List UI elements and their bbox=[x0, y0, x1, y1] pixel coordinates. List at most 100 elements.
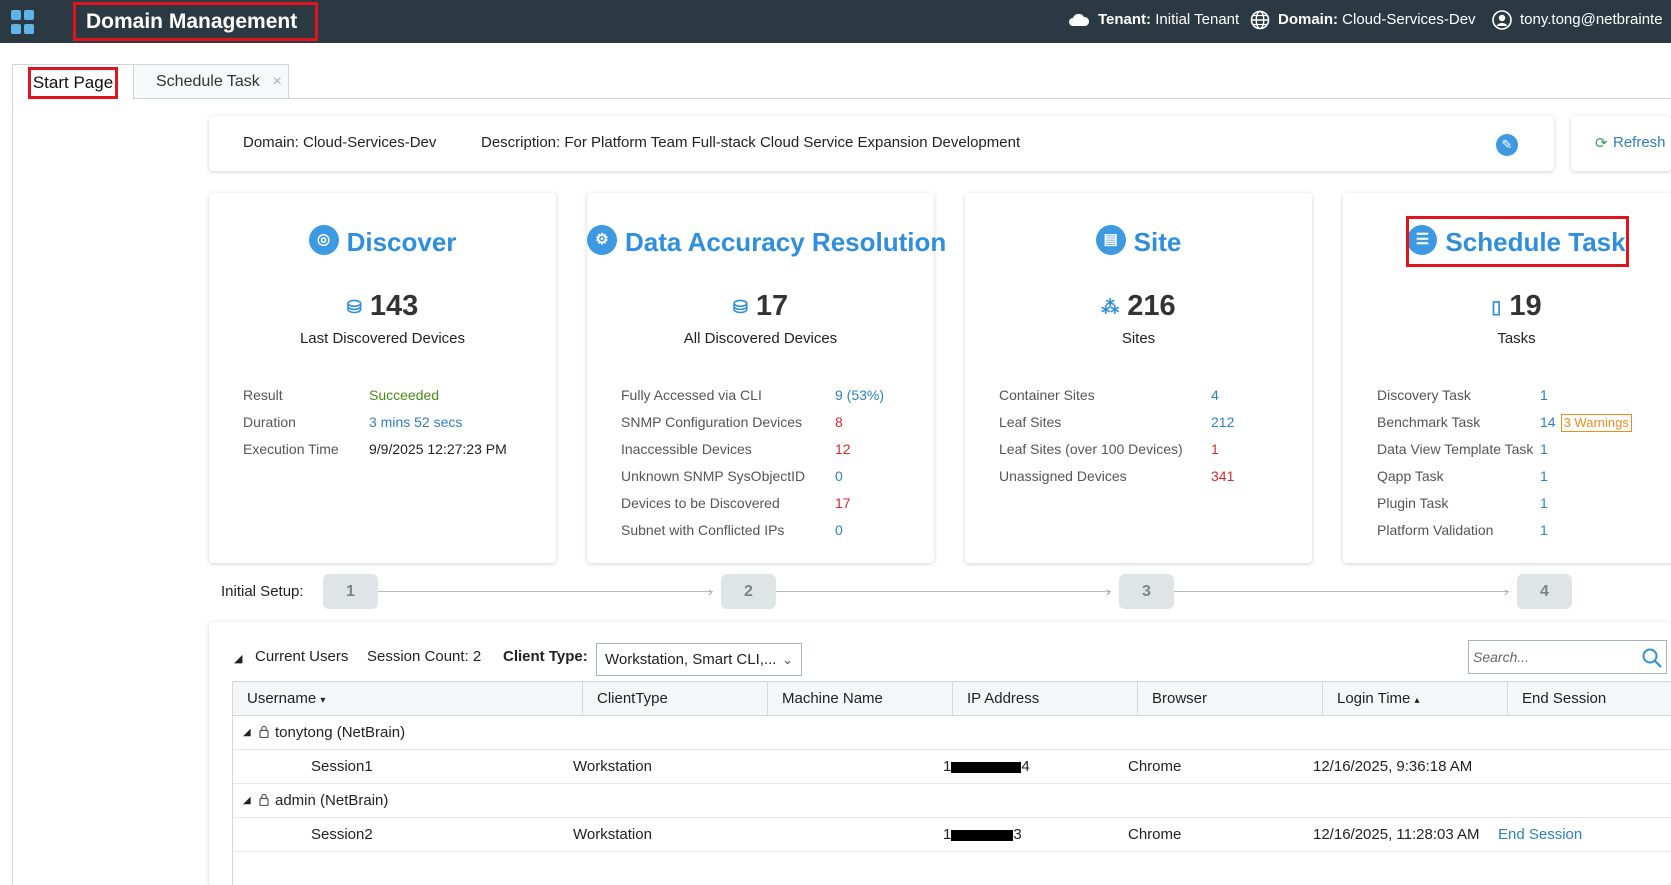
group-username: admin (NetBrain) bbox=[275, 792, 389, 809]
setup-step-4[interactable]: 4 bbox=[1517, 574, 1572, 609]
stat-label: Inaccessible Devices bbox=[621, 441, 752, 457]
setup-step-3[interactable]: 3 bbox=[1119, 574, 1174, 609]
user-group-row[interactable]: ◢ tonytong (NetBrain) bbox=[233, 716, 1671, 750]
stat-value[interactable]: 4 bbox=[1211, 387, 1219, 403]
column-machine-name[interactable]: Machine Name bbox=[768, 682, 953, 716]
ip-prefix: 1 bbox=[943, 826, 952, 843]
column-login-time[interactable]: Login Time ▴ bbox=[1323, 682, 1508, 716]
stat-value-duration[interactable]: 3 mins 52 secs bbox=[369, 414, 462, 430]
client-type-dropdown[interactable]: Workstation, Smart CLI,... ⌄ bbox=[596, 643, 802, 676]
site-icon: ▤ bbox=[1095, 225, 1126, 255]
stat-value[interactable]: 1 bbox=[1540, 468, 1548, 484]
column-clienttype[interactable]: ClientType bbox=[583, 682, 768, 716]
column-ip-address[interactable]: IP Address bbox=[953, 682, 1138, 716]
stat-value[interactable]: 17 bbox=[835, 495, 851, 511]
ip-address: 14 bbox=[943, 750, 1030, 784]
stat-label: Subnet with Conflicted IPs bbox=[621, 522, 785, 538]
close-icon[interactable]: × bbox=[273, 65, 282, 98]
stat-label: Leaf Sites (over 100 Devices) bbox=[999, 441, 1183, 457]
stat-value[interactable]: 212 bbox=[1211, 414, 1234, 430]
tab-schedule-task[interactable]: Schedule Task × bbox=[133, 64, 289, 99]
domain-label: Domain: bbox=[1278, 11, 1338, 28]
client-type: Workstation bbox=[573, 826, 652, 843]
stat-label: Leaf Sites bbox=[999, 414, 1062, 430]
stat-value[interactable]: 8 bbox=[835, 414, 843, 430]
user-search[interactable] bbox=[1468, 640, 1667, 674]
refresh-button[interactable]: ⟳ Refresh bbox=[1571, 116, 1671, 171]
tenant-value: Initial Tenant bbox=[1155, 11, 1240, 28]
column-username[interactable]: Username ▾ bbox=[233, 682, 583, 716]
stat-label: Devices to be Discovered bbox=[621, 495, 780, 511]
stat-value[interactable]: 1 bbox=[1540, 441, 1548, 457]
search-icon[interactable] bbox=[1641, 647, 1663, 669]
stat-value[interactable]: 0 bbox=[835, 468, 843, 484]
setup-step-2[interactable]: 2 bbox=[721, 574, 776, 609]
tenant-label: Tenant: bbox=[1098, 11, 1152, 28]
warnings-badge[interactable]: 3 Warnings bbox=[1560, 414, 1632, 432]
setup-step-1[interactable]: 1 bbox=[323, 574, 378, 609]
discover-count-value: 143 bbox=[369, 290, 419, 322]
redaction-bar bbox=[951, 761, 1022, 773]
session-name: Session1 bbox=[311, 758, 373, 775]
stat-value-benchmark[interactable]: 14 3 Warnings bbox=[1540, 414, 1632, 432]
user-menu[interactable]: tony.tong@netbrainte bbox=[1492, 0, 1663, 43]
domain-info-bar: Domain: Cloud-Services-Dev Description: … bbox=[209, 116, 1554, 171]
step-connector bbox=[378, 591, 713, 592]
stat-value[interactable]: 0 bbox=[835, 522, 843, 538]
site-title[interactable]: ▤ Site bbox=[965, 225, 1312, 258]
search-input[interactable] bbox=[1473, 645, 1633, 669]
app-menu-icon[interactable] bbox=[11, 10, 35, 34]
domain-selector[interactable]: Domain: Cloud-Services-Dev bbox=[1250, 0, 1476, 43]
stat-value[interactable]: 1 bbox=[1540, 495, 1548, 511]
user-group-row[interactable]: ◢ admin (NetBrain) bbox=[233, 784, 1671, 818]
browser: Chrome bbox=[1128, 758, 1182, 775]
ip-prefix: 1 bbox=[943, 758, 952, 775]
discover-title[interactable]: ◎ Discover bbox=[209, 225, 556, 258]
site-count: ⁂ 216 bbox=[965, 290, 1312, 323]
stat-value[interactable]: 1 bbox=[1540, 522, 1548, 538]
lock-icon bbox=[259, 784, 269, 818]
table-row[interactable]: Session1 Workstation 14 Chrome 12/16/202… bbox=[233, 750, 1671, 784]
table-row[interactable]: Session2 Workstation 13 Chrome 12/16/202… bbox=[233, 818, 1671, 852]
collapse-triangle-icon[interactable]: ◢ bbox=[234, 652, 242, 665]
stat-value[interactable]: 9 (53%) bbox=[835, 387, 884, 403]
device-icon: ⛁ bbox=[346, 297, 362, 317]
cloud-icon bbox=[1069, 13, 1090, 27]
edit-pencil-icon[interactable]: ✎ bbox=[1496, 134, 1518, 156]
discover-icon: ◎ bbox=[308, 225, 339, 255]
column-end-session[interactable]: End Session bbox=[1508, 682, 1671, 716]
initial-setup-label: Initial Setup: bbox=[221, 583, 304, 600]
group-username: tonytong (NetBrain) bbox=[275, 724, 406, 741]
benchmark-count: 14 bbox=[1540, 414, 1556, 430]
stat-value[interactable]: 341 bbox=[1211, 468, 1234, 484]
dar-title[interactable]: ⚙ Data Accuracy Resolution bbox=[587, 225, 946, 258]
refresh-icon: ⟳ bbox=[1595, 135, 1608, 152]
login-time: 12/16/2025, 9:36:18 AM bbox=[1313, 758, 1473, 775]
discover-title-text: Discover bbox=[346, 227, 457, 257]
expand-triangle-icon[interactable]: ◢ bbox=[243, 784, 251, 818]
data-accuracy-card: ⚙ Data Accuracy Resolution ⛁ 17 All Discov… bbox=[587, 193, 946, 563]
tab-start-page-label[interactable]: Start Page bbox=[28, 67, 118, 99]
stat-label: SNMP Configuration Devices bbox=[621, 414, 803, 430]
discover-card: ◎ Discover ⛁ 143 Last Discovered Devices R… bbox=[209, 193, 556, 563]
column-label: Username bbox=[247, 690, 317, 707]
tenant-selector[interactable]: Tenant: Initial Tenant bbox=[1068, 0, 1239, 43]
stat-value[interactable]: 1 bbox=[1211, 441, 1219, 457]
user-name: tony.tong@netbrainte bbox=[1520, 11, 1663, 28]
stat-value[interactable]: 12 bbox=[835, 441, 851, 457]
stat-label: Result bbox=[243, 387, 283, 403]
step-connector bbox=[1174, 591, 1509, 592]
site-count-value: 216 bbox=[1127, 290, 1176, 322]
arrow-right-icon: › bbox=[708, 583, 713, 599]
schedule-count-value: 19 bbox=[1509, 290, 1542, 322]
lock-icon bbox=[259, 716, 269, 750]
stat-value-execution-time: 9/9/2025 12:27:23 PM bbox=[369, 441, 507, 457]
end-session-link[interactable]: End Session bbox=[1498, 818, 1582, 852]
stat-label: Unknown SNMP SysObjectID bbox=[621, 468, 806, 484]
arrow-right-icon: › bbox=[1106, 583, 1111, 599]
domain-value: Cloud-Services-Dev bbox=[1342, 11, 1476, 28]
site-tree-icon: ⁂ bbox=[1101, 297, 1120, 317]
column-browser[interactable]: Browser bbox=[1138, 682, 1323, 716]
expand-triangle-icon[interactable]: ◢ bbox=[243, 716, 251, 750]
stat-value[interactable]: 1 bbox=[1540, 387, 1548, 403]
